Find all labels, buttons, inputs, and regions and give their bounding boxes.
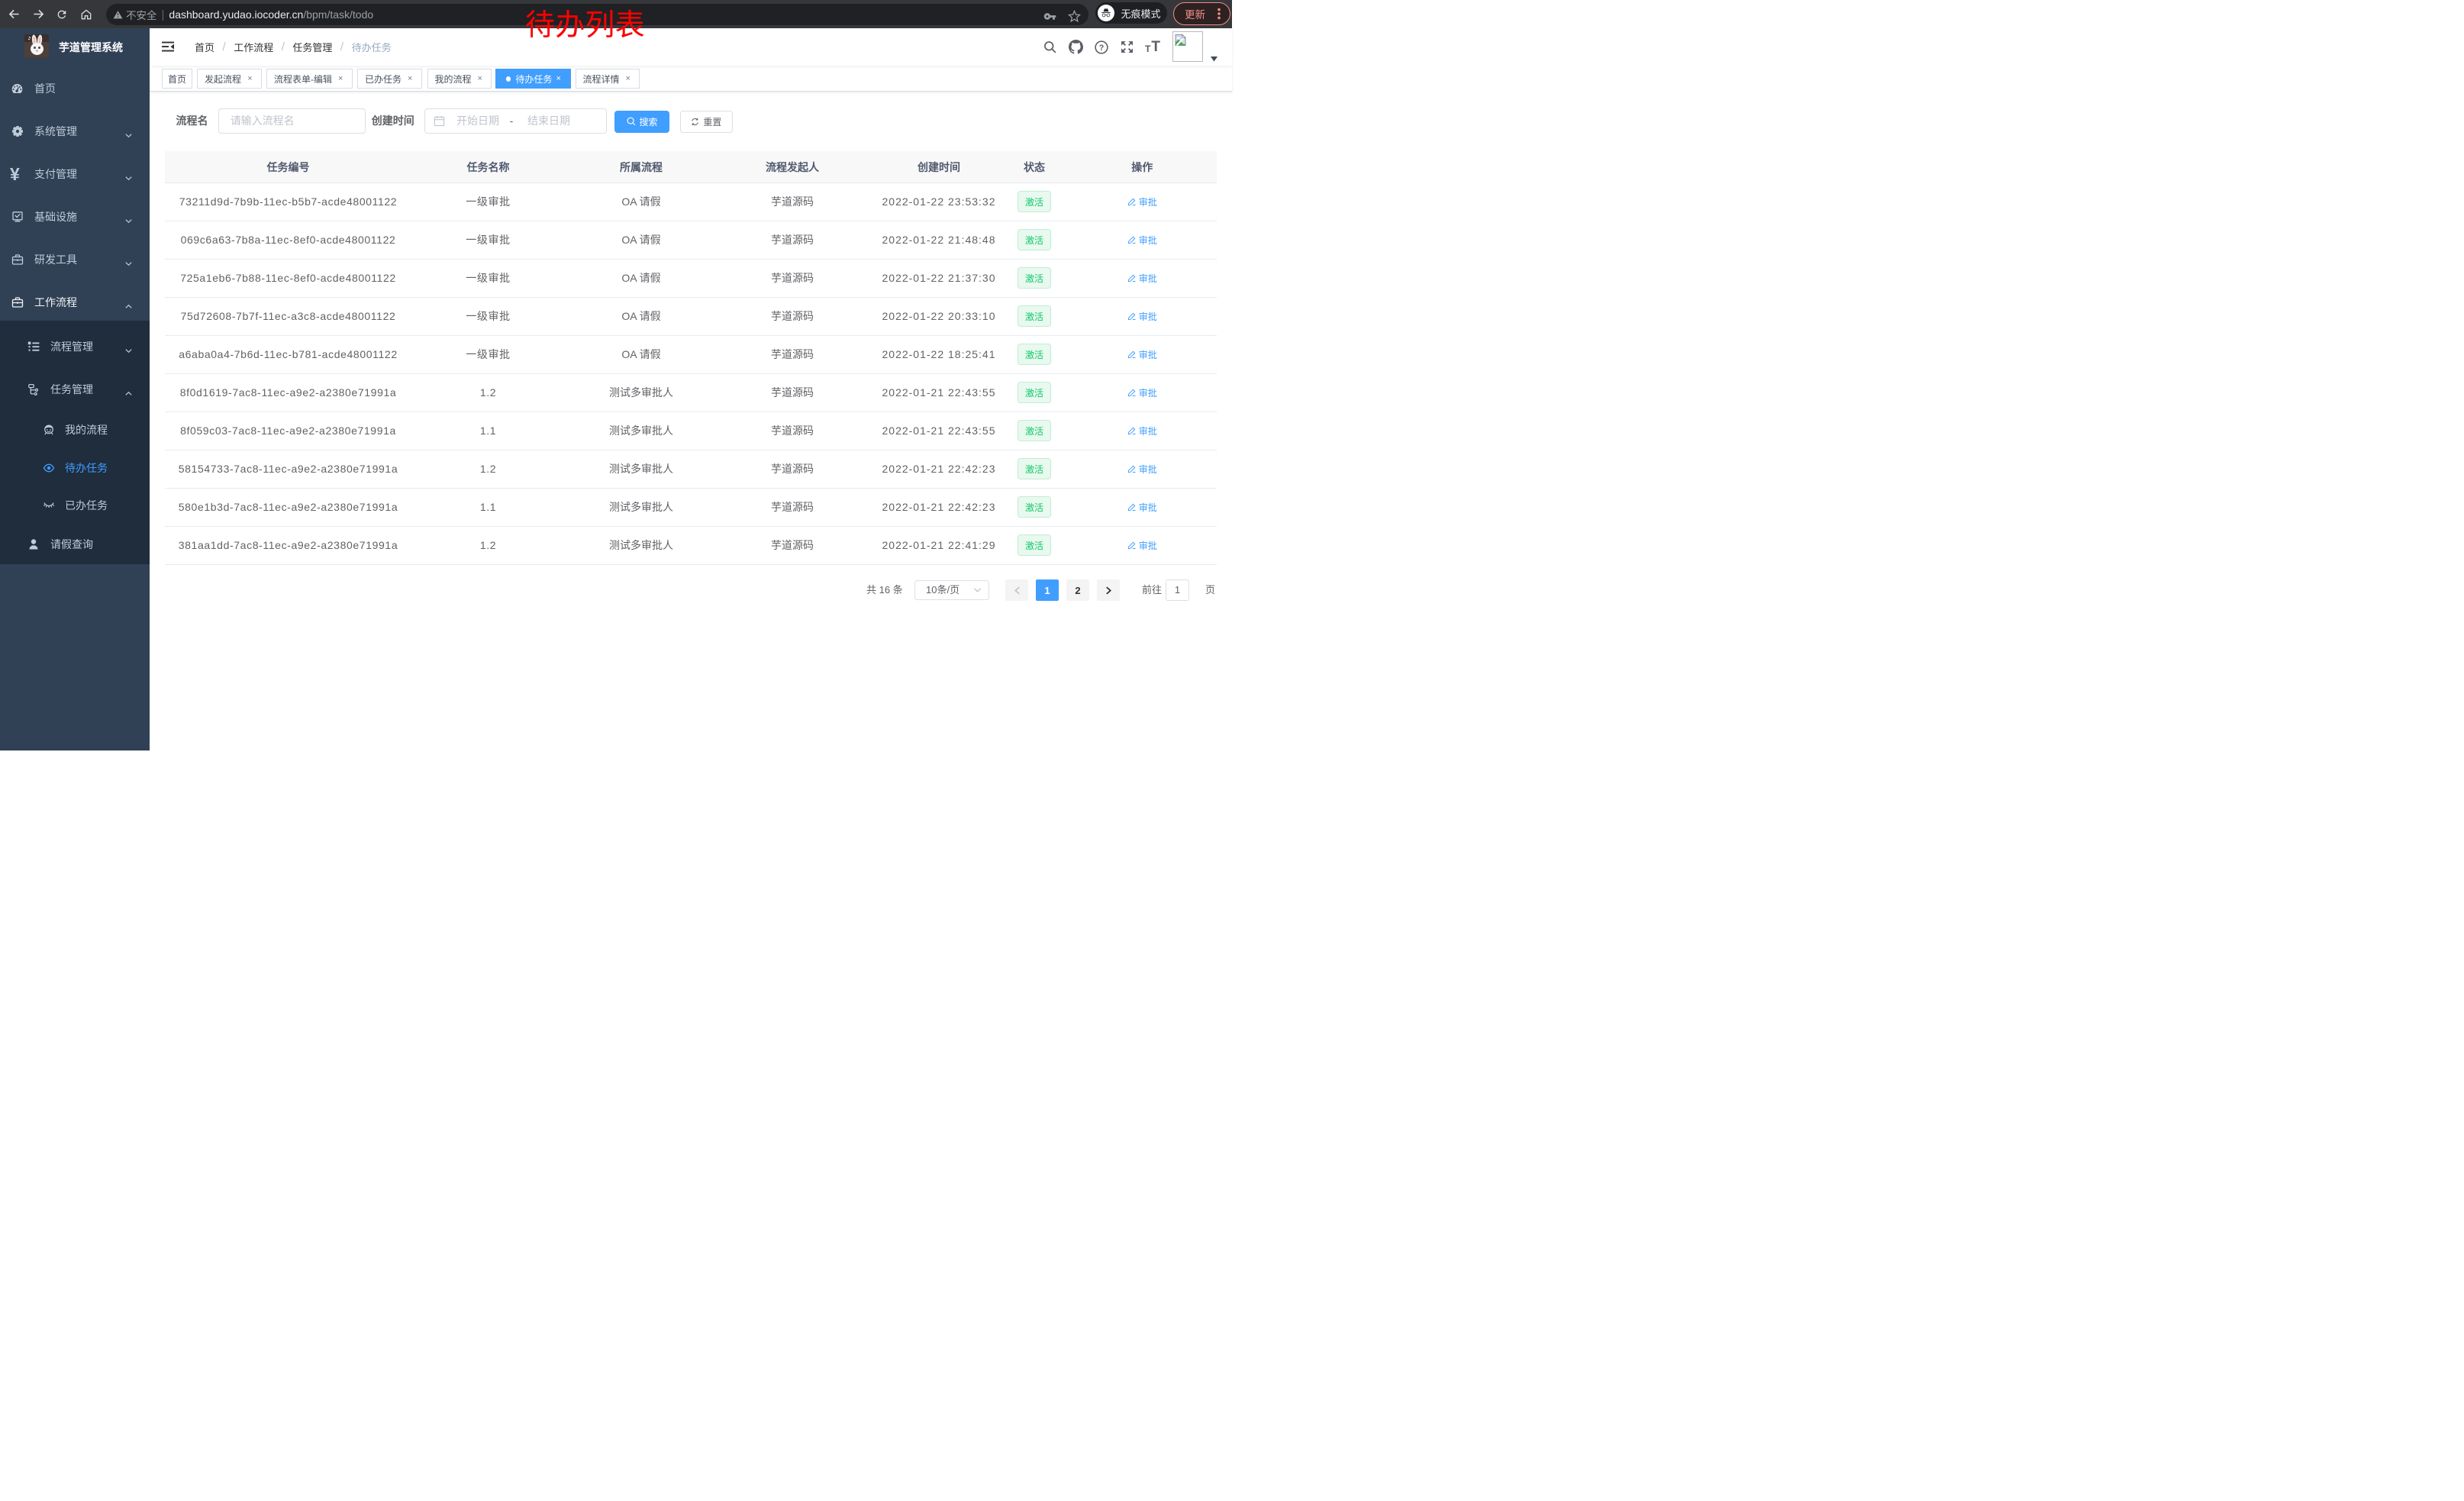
svg-text:?: ? — [1099, 43, 1105, 52]
